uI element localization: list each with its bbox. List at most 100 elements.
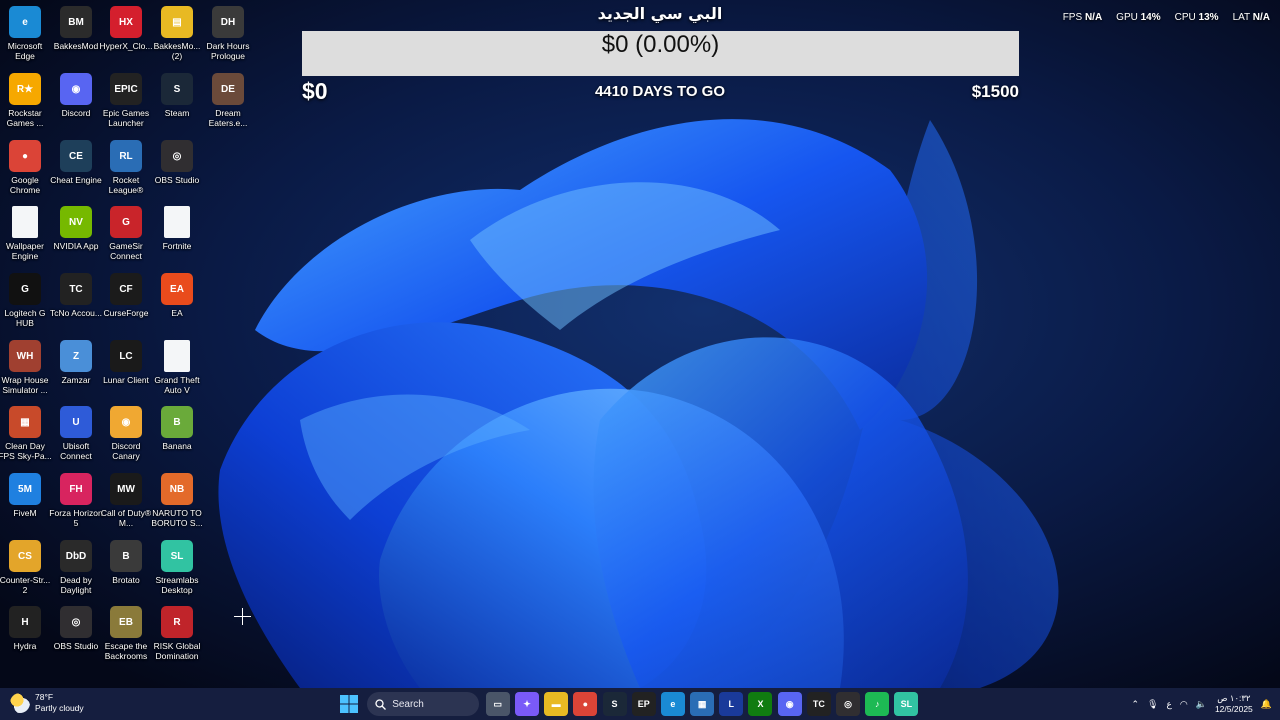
performance-overlay: FPS N/A GPU 14% CPU 13% LAT N/A (1063, 12, 1270, 23)
clock[interactable]: ١٠:٣٢ ص 12/5/2025 (1215, 693, 1253, 715)
desktop-icon[interactable]: R RISK Global Domination (152, 606, 202, 661)
search-label: Search (392, 698, 424, 710)
desktop-icon[interactable]: EA EA (152, 273, 202, 318)
taskbar-app-store[interactable]: ▦ (690, 692, 715, 716)
desktop-icon-label: Banana (162, 441, 192, 451)
stat-fps: FPS N/A (1062, 12, 1103, 23)
desktop-icon[interactable]: TC TcNo Accou... (50, 273, 102, 318)
desktop-icon-label: CurseForge (103, 308, 149, 318)
desktop-icon[interactable]: Z Zamzar (51, 340, 101, 385)
app-icon: MW (110, 473, 142, 505)
taskbar-app-explorer[interactable]: ▭ (485, 692, 510, 716)
volume-icon[interactable]: 🔈 (1196, 699, 1207, 710)
app-icon: ◉ (110, 406, 142, 438)
app-icon: G (110, 206, 142, 238)
desktop-icon-label: Zamzar (61, 375, 91, 385)
taskbar-app-discord[interactable]: ◉ (777, 692, 802, 716)
desktop-icon-label: Rocket League® (108, 175, 144, 195)
desktop-icon[interactable]: ◉ Discord Canary (101, 406, 151, 461)
clock-date: 12/5/2025 (1214, 704, 1253, 714)
taskbar-app-streamlabs[interactable]: SL (894, 692, 919, 716)
notification-bell-icon[interactable]: 🔔 (1261, 699, 1272, 710)
windows-logo-icon (339, 695, 358, 713)
start-button[interactable] (337, 692, 361, 716)
taskbar-app-edge[interactable]: e (660, 692, 685, 716)
taskbar-app-obs[interactable]: ◎ (836, 692, 861, 716)
desktop-icon[interactable]: ● Google Chrome (0, 140, 50, 195)
desktop-icon-label: Hydra (13, 641, 37, 651)
desktop-icon-label: Fortnite (162, 241, 192, 251)
desktop-icon[interactable]: ◎ OBS Studio (152, 140, 202, 185)
taskbar-app-tcno[interactable]: TC (806, 692, 831, 716)
app-icon (164, 340, 190, 372)
app-icon: SL (161, 540, 193, 572)
desktop-icon-label: NARUTO TO BORUTO S... (151, 508, 203, 528)
app-icon: NB (161, 473, 193, 505)
desktop-icon-label: Brotato (112, 575, 140, 585)
desktop-icon[interactable]: RL Rocket League® (101, 140, 151, 195)
taskbar-app-xbox[interactable]: X (748, 692, 773, 716)
taskbar-app-chrome[interactable]: ● (573, 692, 598, 716)
taskbar-app-file-explorer[interactable]: ▬ (544, 692, 569, 716)
desktop-icon[interactable]: Fortnite (152, 206, 202, 251)
taskbar-app-steam[interactable]: S (602, 692, 627, 716)
desktop-icon[interactable]: DbD Dead by Daylight (51, 540, 101, 595)
desktop-icon[interactable]: B Banana (152, 406, 202, 451)
taskbar-search[interactable]: Search (367, 692, 480, 716)
app-icon: DbD (60, 540, 92, 572)
desktop-icon[interactable]: G Logitech G HUB (0, 273, 50, 328)
desktop-icon[interactable]: U Ubisoft Connect (51, 406, 101, 461)
goal-title: البي سي الجديد (597, 4, 723, 23)
desktop-icon[interactable]: Grand Theft Auto V (152, 340, 202, 395)
desktop-icon[interactable]: NB NARUTO TO BORUTO S... (151, 473, 203, 528)
desktop-icon[interactable]: NV NVIDIA App (51, 206, 101, 251)
desktop-icon[interactable]: WH Wrap House Simulator ... (0, 340, 50, 395)
stat-gpu: GPU 14% (1116, 12, 1161, 23)
desktop-icon[interactable]: FH Forza Horizon 5 (49, 473, 103, 528)
goal-progress-bar: $0 (0.00%) (302, 31, 1019, 76)
desktop-icon[interactable]: H Hydra (0, 606, 50, 651)
desktop-icon[interactable]: G GameSir Connect (101, 206, 151, 261)
desktop-icon-label: Lunar Client (103, 375, 149, 385)
desktop-icon[interactable]: ▦ Clean Day FPS Sky-Pa... (0, 406, 52, 461)
desktop-icon-label: Grand Theft Auto V (154, 375, 200, 395)
desktop-icon[interactable]: 5M FiveM (0, 473, 50, 518)
desktop-icon-label: Epic Games Launcher (102, 108, 150, 128)
desktop-icon[interactable]: CF CurseForge (101, 273, 151, 318)
app-icon: B (110, 540, 142, 572)
app-icon: ◎ (60, 606, 92, 638)
desktop-icon[interactable]: SL Streamlabs Desktop (152, 540, 202, 595)
desktop-icon-label: Escape the Backrooms (104, 641, 148, 661)
app-icon: Z (60, 340, 92, 372)
desktop-icon[interactable]: Wallpaper Engine (0, 206, 50, 261)
system-tray: ⌃ 🎙 ع ◠ 🔈 ١٠:٣٢ ص 12/5/2025 🔔 (1132, 688, 1280, 720)
weather-widget[interactable]: 78°F Partly cloudy (10, 692, 84, 714)
chevron-up-icon[interactable]: ⌃ (1132, 699, 1140, 710)
mouse-cursor-crosshair (234, 608, 251, 625)
taskbar-app-copilot[interactable]: ✦ (514, 692, 539, 716)
desktop-icon-label: Call of Duty® M... (100, 508, 152, 528)
app-icon: EA (161, 273, 193, 305)
language-indicator[interactable]: ع (1167, 699, 1172, 710)
app-icon: CS (9, 540, 41, 572)
microphone-icon[interactable]: 🎙 (1147, 699, 1158, 710)
taskbar-app-lunar-client[interactable]: L (719, 692, 744, 716)
desktop-icon[interactable]: B Brotato (101, 540, 151, 585)
desktop-icon[interactable]: CE Cheat Engine (50, 140, 102, 185)
goal-max-label: $1500 (971, 82, 1019, 101)
desktop-icon[interactable]: LC Lunar Client (101, 340, 151, 385)
app-icon: ◎ (161, 140, 193, 172)
wifi-icon[interactable]: ◠ (1180, 699, 1188, 710)
stat-cpu: CPU 13% (1174, 12, 1219, 23)
app-icon: TC (60, 273, 92, 305)
desktop-icon[interactable]: MW Call of Duty® M... (101, 473, 151, 528)
desktop-icon[interactable]: ◎ OBS Studio (51, 606, 101, 651)
taskbar-app-spotify[interactable]: ♪ (865, 692, 890, 716)
desktop-icon[interactable]: EB Escape the Backrooms (101, 606, 151, 661)
desktop-icon-label: TcNo Accou... (50, 308, 102, 318)
taskbar-app-epic-games[interactable]: EP (631, 692, 656, 716)
desktop-icon-label: Cheat Engine (50, 175, 102, 185)
desktop-icon[interactable]: CS Counter-Str... 2 (0, 540, 50, 595)
search-icon (375, 698, 387, 710)
app-icon: LC (110, 340, 142, 372)
